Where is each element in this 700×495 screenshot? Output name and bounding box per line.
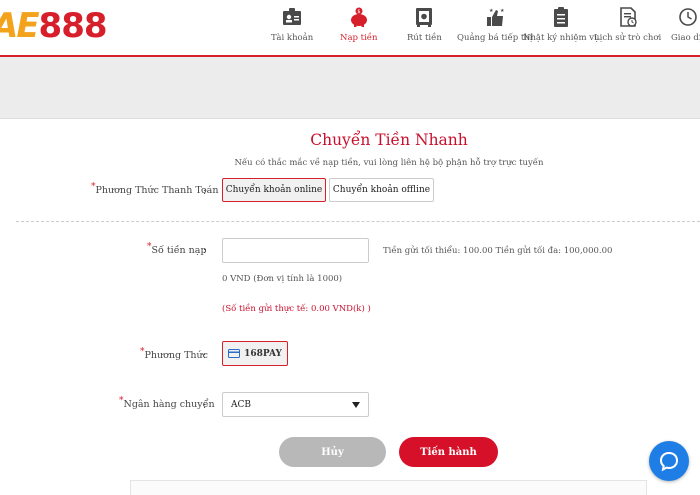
submit-button[interactable]: Tiến hành bbox=[399, 437, 498, 467]
svg-text:★: ★ bbox=[489, 8, 494, 14]
card-icon bbox=[228, 349, 241, 358]
nav-withdraw[interactable]: Rút tiền bbox=[407, 6, 442, 43]
method-offline-button[interactable]: Chuyển khoản offline bbox=[329, 178, 434, 202]
required-mark: * bbox=[147, 242, 152, 252]
page-subtitle: Nếu có thắc mắc về nạp tiền, vui lòng li… bbox=[234, 158, 544, 168]
required-mark: * bbox=[91, 182, 96, 192]
logo-text-ae: AE bbox=[0, 6, 40, 46]
cancel-button[interactable]: Hủy bbox=[279, 437, 386, 467]
submit-button-label: Tiến hành bbox=[420, 446, 477, 458]
method-offline-label: Chuyển khoản offline bbox=[332, 185, 431, 195]
chat-bubble-icon bbox=[659, 451, 679, 472]
nav-label: Nạp tiền bbox=[340, 33, 378, 43]
bottom-panel bbox=[130, 480, 647, 495]
page-title: Chuyển Tiền Nhanh bbox=[310, 131, 468, 149]
svg-text:$: $ bbox=[357, 9, 360, 15]
colon: : bbox=[203, 400, 207, 411]
amount-label-text: Số tiền nạp bbox=[151, 245, 207, 256]
nav-account[interactable]: Tài khoản bbox=[271, 6, 313, 43]
logo-text-888: 888 bbox=[38, 6, 108, 46]
caret-down-icon bbox=[352, 401, 360, 408]
nav-label: Quảng bá tiếp thị bbox=[457, 33, 533, 43]
actual-deposit-text: (Số tiền gửi thực tế: 0.00 VND(k) ) bbox=[222, 304, 371, 314]
nav-game-history[interactable]: Lịch sử trò chơi bbox=[594, 6, 661, 43]
channel-label: *Phương Thức bbox=[140, 347, 208, 361]
bank-label-text: Ngân hàng chuyển bbox=[123, 399, 215, 410]
nav-transactions[interactable]: Giao dịch bbox=[671, 6, 700, 43]
nav-label: Nhật ký nhiệm vụ bbox=[523, 33, 600, 43]
id-card-icon bbox=[283, 8, 302, 25]
thumbs-up-icon: ★ ★ bbox=[486, 8, 505, 26]
channel-value: 168PAY bbox=[244, 348, 282, 359]
nav-label: Rút tiền bbox=[407, 33, 442, 43]
brand-logo[interactable]: AE 888 bbox=[0, 6, 108, 46]
nav-promotion[interactable]: ★ ★ Quảng bá tiếp thị bbox=[457, 6, 532, 43]
svg-text:★: ★ bbox=[500, 8, 505, 14]
channel-168pay-option[interactable]: 168PAY bbox=[222, 341, 288, 366]
live-chat-button[interactable] bbox=[649, 441, 689, 481]
bank-select-value: ACB bbox=[231, 399, 251, 410]
nav-label: Lịch sử trò chơi bbox=[594, 33, 662, 43]
amount-unit-note: 0 VND (Đơn vị tính là 1000) bbox=[222, 274, 343, 284]
amount-label: *Số tiền nạp bbox=[147, 242, 207, 256]
clock-icon bbox=[679, 8, 697, 26]
colon: : bbox=[203, 350, 207, 361]
nav-mission-log[interactable]: Nhật ký nhiệm vụ bbox=[523, 6, 600, 43]
top-header: AE 888 Tài khoản $ Nạp tiền bbox=[0, 0, 700, 57]
amount-input[interactable] bbox=[222, 238, 369, 263]
nav-label: Tài khoản bbox=[271, 33, 314, 43]
amount-limits-text: Tiền gửi tối thiểu: 100.00 Tiền gửi tối … bbox=[383, 246, 613, 256]
channel-label-text: Phương Thức bbox=[144, 350, 208, 361]
clipboard-icon bbox=[554, 7, 569, 27]
required-mark: * bbox=[140, 347, 145, 357]
required-mark: * bbox=[119, 396, 124, 406]
nav-label: Giao dịch bbox=[671, 33, 700, 43]
payment-method-label: *Phương Thức Thanh Toán bbox=[91, 182, 219, 196]
payment-method-label-text: Phương Thức Thanh Toán bbox=[95, 185, 219, 196]
method-online-label: Chuyển khoản online bbox=[225, 185, 323, 195]
method-online-button[interactable]: Chuyển khoản online bbox=[222, 178, 326, 202]
bank-label: *Ngân hàng chuyển bbox=[119, 396, 215, 410]
colon: : bbox=[203, 186, 207, 197]
history-document-icon bbox=[619, 7, 637, 27]
bank-select[interactable]: ACB bbox=[222, 392, 369, 417]
piggy-bank-icon: $ bbox=[350, 7, 367, 27]
banner-band bbox=[0, 57, 700, 119]
cancel-button-label: Hủy bbox=[321, 446, 344, 458]
nav-deposit[interactable]: $ Nạp tiền bbox=[340, 6, 378, 43]
safe-icon bbox=[416, 8, 433, 27]
colon: : bbox=[203, 245, 207, 256]
divider bbox=[16, 221, 700, 222]
